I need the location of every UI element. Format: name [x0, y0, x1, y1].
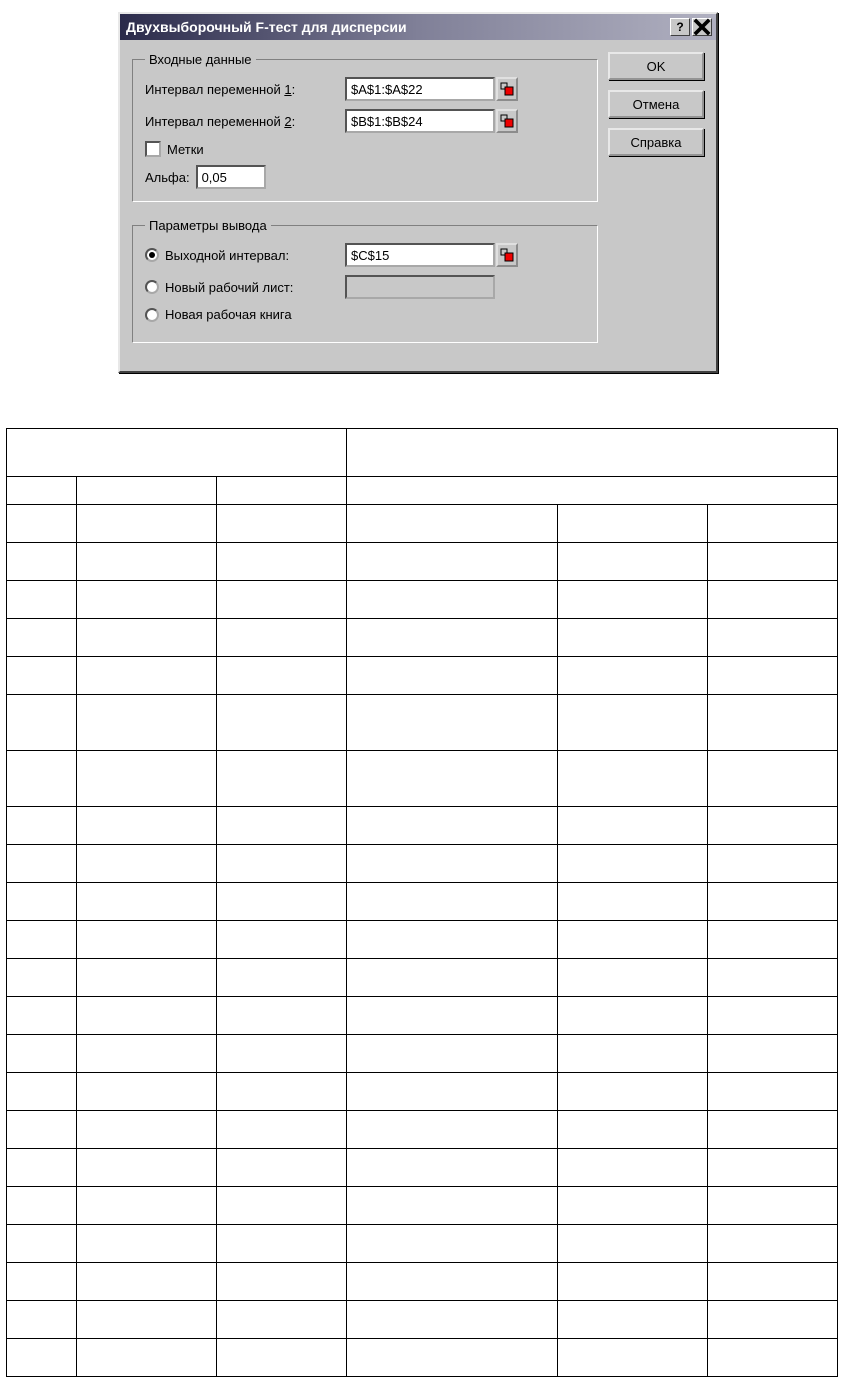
table-row	[7, 751, 838, 807]
table-row	[7, 997, 838, 1035]
help-title-button[interactable]: ?	[670, 18, 690, 36]
var2-range-input[interactable]	[345, 109, 495, 133]
table-row	[7, 543, 838, 581]
table-row	[7, 695, 838, 751]
alpha-label: Альфа:	[145, 170, 190, 185]
labels-checkbox-row: Метки	[145, 141, 585, 157]
labels-checkbox-label: Метки	[167, 142, 204, 157]
dialog-button-column: OK Отмена Справка	[608, 52, 704, 156]
radio-output-range[interactable]	[145, 248, 159, 262]
close-icon	[693, 18, 711, 36]
radio-new-sheet-label: Новый рабочий лист:	[165, 280, 345, 295]
table-row	[7, 1301, 838, 1339]
radio-new-book-label: Новая рабочая книга	[165, 307, 345, 322]
var2-label: Интервал переменной 2:	[145, 114, 345, 129]
table-row	[7, 1035, 838, 1073]
radio-new-book[interactable]	[145, 308, 159, 322]
range-picker-icon	[500, 114, 514, 128]
output-table	[6, 428, 838, 1377]
table-row	[7, 1073, 838, 1111]
table-row	[7, 657, 838, 695]
output-range-picker[interactable]	[496, 243, 518, 267]
var2-row: Интервал переменной 2:	[145, 109, 585, 133]
labels-checkbox[interactable]	[145, 141, 161, 157]
table-row	[7, 581, 838, 619]
table-row	[7, 1339, 838, 1377]
table-row	[7, 505, 838, 543]
table-row	[7, 1225, 838, 1263]
var2-range-picker[interactable]	[496, 109, 518, 133]
cancel-button[interactable]: Отмена	[608, 90, 704, 118]
dialog-title: Двухвыборочный F-тест для дисперсии	[124, 19, 668, 35]
table-row	[7, 921, 838, 959]
output-params-group: Параметры вывода Выходной интервал: Новы…	[132, 218, 598, 343]
new-sheet-input[interactable]	[345, 275, 495, 299]
var1-label: Интервал переменной 1:	[145, 82, 345, 97]
table-row	[7, 477, 838, 505]
table-row	[7, 807, 838, 845]
range-picker-icon	[500, 248, 514, 262]
table-row	[7, 1187, 838, 1225]
output-params-legend: Параметры вывода	[145, 218, 271, 233]
alpha-input[interactable]	[196, 165, 266, 189]
table-row	[7, 619, 838, 657]
radio-new-sheet-row: Новый рабочий лист:	[145, 275, 585, 299]
var1-row: Интервал переменной 1:	[145, 77, 585, 101]
input-data-legend: Входные данные	[145, 52, 256, 67]
table-row	[7, 959, 838, 997]
dialog-left-column: Входные данные Интервал переменной 1: Ин…	[132, 52, 598, 359]
table-row	[7, 883, 838, 921]
range-picker-icon	[500, 82, 514, 96]
ok-button[interactable]: OK	[608, 52, 704, 80]
radio-new-sheet[interactable]	[145, 280, 159, 294]
titlebar[interactable]: Двухвыборочный F-тест для дисперсии ?	[120, 14, 716, 40]
help-button[interactable]: Справка	[608, 128, 704, 156]
alpha-row: Альфа:	[145, 165, 585, 189]
radio-output-range-label: Выходной интервал:	[165, 248, 345, 263]
dialog-body: Входные данные Интервал переменной 1: Ин…	[120, 40, 716, 371]
table-row	[7, 1149, 838, 1187]
table-row	[7, 1111, 838, 1149]
table-row	[7, 845, 838, 883]
radio-output-range-row: Выходной интервал:	[145, 243, 585, 267]
var1-range-input[interactable]	[345, 77, 495, 101]
table-row	[7, 429, 838, 477]
var1-range-picker[interactable]	[496, 77, 518, 101]
table-row	[7, 1263, 838, 1301]
output-range-input[interactable]	[345, 243, 495, 267]
close-title-button[interactable]	[692, 18, 712, 36]
f-test-dialog: Двухвыборочный F-тест для дисперсии ? Вх…	[118, 12, 718, 373]
input-data-group: Входные данные Интервал переменной 1: Ин…	[132, 52, 598, 202]
radio-new-book-row: Новая рабочая книга	[145, 307, 585, 322]
